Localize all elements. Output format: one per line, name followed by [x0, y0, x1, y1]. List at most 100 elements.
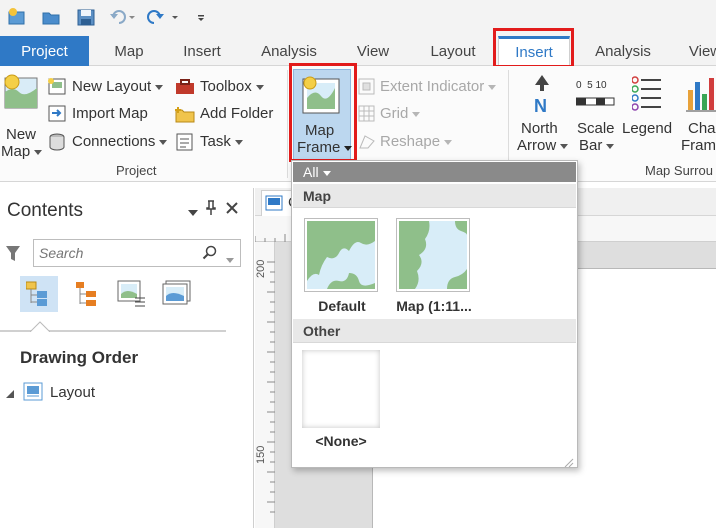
tab-analysis-layout[interactable]: Analysis — [584, 36, 662, 66]
save-icon[interactable] — [76, 7, 96, 27]
map-frame-scaled-thumb[interactable] — [396, 218, 470, 292]
vertical-ruler: 200 150 — [255, 242, 275, 528]
new-map-icon — [3, 74, 39, 115]
new-map-button[interactable]: New Map — [0, 72, 44, 162]
extent-indicator-icon — [358, 78, 376, 101]
new-layout-label: New Layout — [72, 78, 152, 95]
scale-bar-icon — [575, 94, 616, 112]
search-input[interactable] — [34, 240, 194, 266]
search-icon[interactable] — [202, 245, 218, 266]
import-map-label: Import Map — [72, 105, 148, 122]
gallery-section-other: Other — [293, 319, 576, 343]
map-frame-none-label: <None> — [315, 433, 367, 449]
new-layout-button[interactable]: New Layout — [48, 77, 168, 97]
tab-view-layout[interactable]: View — [676, 36, 716, 66]
list-by-source-icon[interactable] — [75, 281, 99, 312]
tab-project[interactable]: Project — [0, 36, 89, 66]
reshape-icon — [358, 133, 376, 156]
project-group-label: Project — [116, 163, 157, 178]
chart-frame-button[interactable]: Char Frame — [680, 72, 716, 162]
chart-frame-label-2: Frame — [681, 137, 716, 154]
legend-icon — [631, 76, 664, 117]
reshape-button[interactable]: Reshape — [358, 132, 458, 152]
task-button[interactable]: Task — [175, 132, 255, 152]
svg-text:N: N — [534, 96, 547, 114]
list-by-snapping-icon[interactable] — [160, 280, 192, 313]
insert-tab-highlight — [493, 28, 574, 68]
list-by-selection-icon[interactable] — [117, 280, 147, 313]
north-arrow-label-1: North — [521, 120, 558, 137]
north-arrow-label-2: Arrow — [517, 137, 557, 154]
new-layout-icon — [48, 78, 68, 101]
gallery-filter[interactable]: All — [293, 162, 576, 182]
pane-options-icon[interactable] — [187, 205, 199, 223]
tab-layout[interactable]: Layout — [418, 36, 488, 66]
extent-indicator-button[interactable]: Extent Indicator — [358, 77, 508, 97]
drawing-order-heading: Drawing Order — [20, 348, 139, 367]
connections-button[interactable]: Connections — [48, 132, 172, 152]
list-by-drawing-order-button[interactable] — [20, 276, 58, 312]
add-folder-button[interactable]: Add Folder — [175, 104, 279, 124]
tab-map[interactable]: Map — [100, 36, 158, 66]
search-field[interactable] — [33, 239, 241, 267]
map-frame-none-thumb[interactable] — [302, 350, 380, 428]
search-options-icon[interactable] — [226, 251, 234, 269]
expand-arrow-icon[interactable] — [6, 386, 16, 404]
import-map-button[interactable]: Import Map — [48, 104, 168, 124]
list-item[interactable]: Layout — [6, 382, 206, 402]
toolbox-icon — [175, 79, 195, 100]
map-frame-default-thumb[interactable] — [304, 218, 378, 292]
extent-indicator-label: Extent Indicator — [380, 78, 485, 95]
task-icon — [175, 133, 195, 156]
grid-label: Grid — [380, 105, 409, 122]
quick-access-toolbar — [0, 0, 716, 36]
map-surround-group-label: Map Surrou — [645, 163, 713, 178]
legend-label: Legend — [622, 120, 673, 137]
gallery-section-map: Map — [293, 184, 576, 208]
layout-icon — [23, 382, 45, 407]
new-map-label-2: Map — [1, 143, 43, 160]
tab-analysis[interactable]: Analysis — [250, 36, 328, 66]
ruler-label-150: 150 — [255, 445, 267, 464]
layer-label: Layout — [50, 384, 96, 401]
drawing-order-icon — [25, 281, 52, 312]
legend-button[interactable]: Legend — [620, 72, 676, 162]
ribbon-tabs: Project Map Insert Analysis View Layout … — [0, 36, 716, 67]
toolbox-label: Toolbox — [200, 78, 252, 95]
map-thumbnail-icon — [399, 221, 467, 289]
layout-view-icon — [265, 195, 283, 216]
add-folder-icon — [175, 105, 195, 128]
connections-label: Connections — [72, 133, 156, 150]
new-project-icon[interactable] — [7, 7, 27, 27]
scale-bar-label-1: Scale — [577, 120, 615, 137]
close-icon[interactable] — [226, 201, 238, 219]
scale-bar-ticks: 0 5 10 — [576, 80, 607, 91]
grid-icon — [358, 105, 376, 128]
map-thumbnail-icon — [307, 221, 375, 289]
active-tab-pointer — [29, 319, 51, 337]
add-folder-label: Add Folder — [200, 105, 274, 122]
resize-grip-icon[interactable] — [564, 455, 574, 473]
map-frame-default-label: Default — [318, 298, 366, 314]
reshape-label: Reshape — [380, 133, 441, 150]
pin-icon[interactable] — [205, 200, 217, 221]
import-map-icon — [48, 105, 68, 128]
toolbox-button[interactable]: Toolbox — [175, 77, 275, 97]
open-icon[interactable] — [41, 7, 61, 27]
customize-icon[interactable] — [196, 7, 216, 27]
chart-frame-label-1: Char — [688, 120, 716, 137]
redo-icon[interactable] — [146, 7, 178, 27]
tab-insert[interactable]: Insert — [170, 36, 234, 66]
grid-button[interactable]: Grid — [358, 104, 428, 124]
undo-icon[interactable] — [109, 7, 135, 27]
north-arrow-button[interactable]: N North Arrow — [514, 72, 570, 162]
contents-pane: Contents Drawing Order Layout — [0, 188, 254, 528]
tab-view[interactable]: View — [344, 36, 402, 66]
contents-title: Contents — [7, 200, 84, 221]
gallery-filter-label: All — [303, 164, 319, 180]
scale-bar-label-2: Bar — [579, 137, 603, 154]
north-arrow-icon: N — [530, 74, 554, 119]
ribbon-separator — [287, 70, 288, 178]
scale-bar-button[interactable]: 0 5 10 Scale Bar — [574, 72, 618, 162]
filter-icon[interactable] — [5, 245, 21, 268]
